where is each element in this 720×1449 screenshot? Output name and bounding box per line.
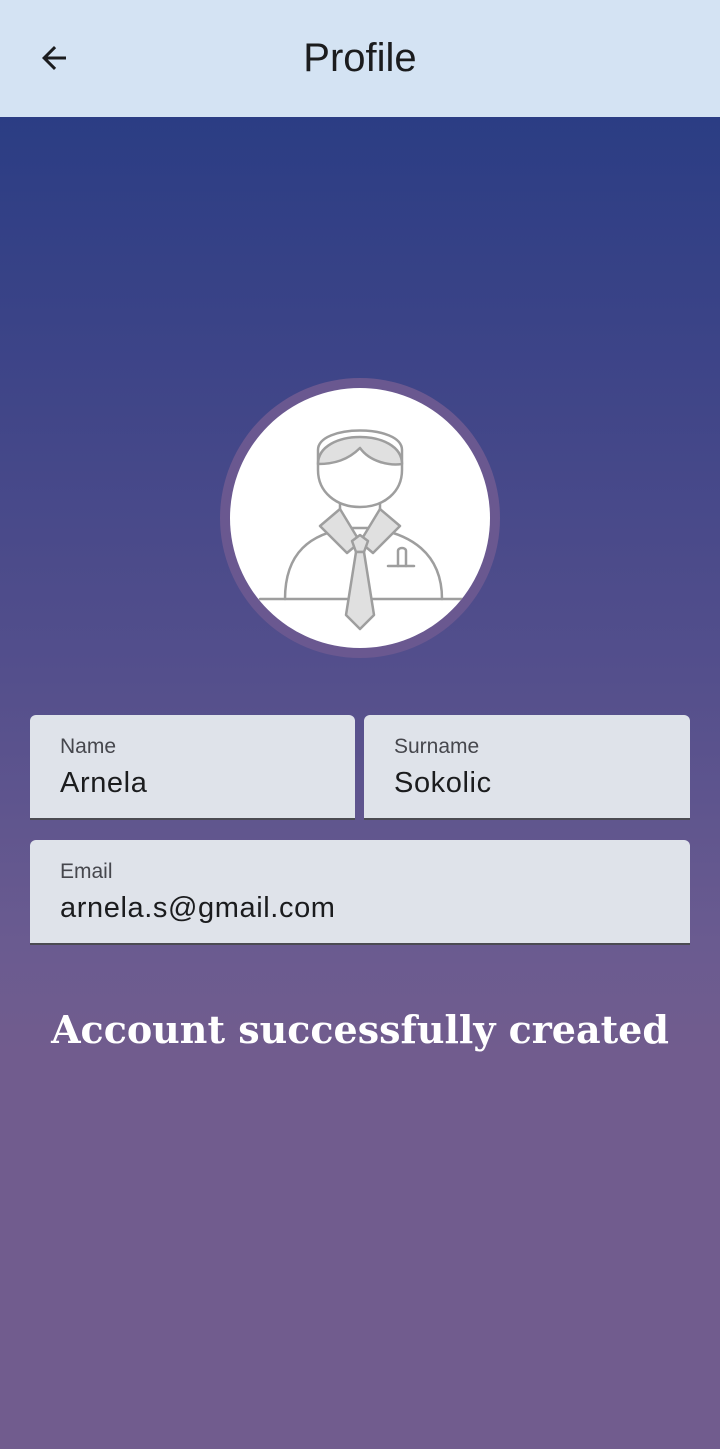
top-app-bar: Profile <box>0 0 720 117</box>
name-field-value[interactable]: Arnela <box>60 767 147 800</box>
name-field[interactable]: Name Arnela <box>30 715 355 820</box>
name-field-label: Name <box>60 735 117 758</box>
person-with-tie-icon <box>258 429 464 631</box>
status-message: Account successfully created <box>51 1007 669 1052</box>
surname-field-value[interactable]: Sokolic <box>394 767 492 800</box>
email-field-value[interactable]: arnela.s@gmail.com <box>60 892 336 925</box>
profile-content: Name Arnela Surname Sokolic Email arnela… <box>0 117 720 1449</box>
surname-field-label: Surname <box>394 735 480 758</box>
avatar[interactable] <box>220 378 500 658</box>
email-field[interactable]: Email arnela.s@gmail.com <box>30 840 690 945</box>
page-title: Profile <box>303 36 417 80</box>
avatar-image <box>230 388 490 648</box>
surname-field[interactable]: Surname Sokolic <box>364 715 690 820</box>
email-field-label: Email <box>60 860 113 883</box>
profile-screen: Profile Name Arnela Surname Sokolic Emai… <box>0 0 720 1449</box>
